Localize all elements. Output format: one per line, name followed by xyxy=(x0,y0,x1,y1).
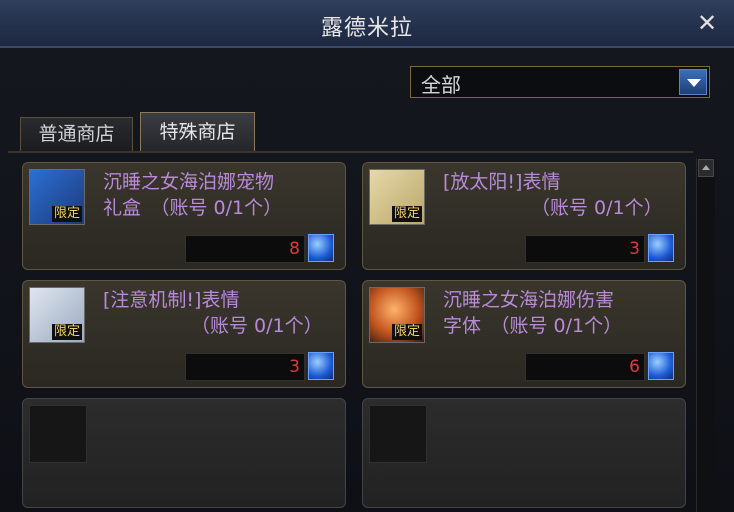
currency-gem-icon xyxy=(648,352,674,380)
item-name: [注意机制!]表情 （账号 0/1个） xyxy=(103,287,339,339)
limited-tag: 限定 xyxy=(391,324,422,340)
tab-special-shop[interactable]: 特殊商店 xyxy=(140,112,255,152)
price-bar: 3 xyxy=(185,353,305,381)
item-name-line1: 沉睡之女海泊娜宠物 xyxy=(103,171,275,193)
item-name-line1: [注意机制!]表情 xyxy=(103,289,240,311)
scroll-up-icon[interactable] xyxy=(698,159,714,177)
limited-tag: 限定 xyxy=(51,206,82,222)
item-name: 沉睡之女海泊娜宠物 礼盒 （账号 0/1个） xyxy=(103,169,339,221)
empty-item-slot xyxy=(22,398,346,508)
damage-font-icon: 限定 xyxy=(369,287,425,343)
empty-icon-slot xyxy=(369,405,427,463)
item-name: [放太阳!]表情 （账号 0/1个） xyxy=(443,169,679,221)
price-value: 6 xyxy=(629,357,640,377)
item-name-line1: [放太阳!]表情 xyxy=(443,171,561,193)
price-value: 3 xyxy=(629,239,640,259)
emote-icon: 限定 xyxy=(29,287,85,343)
category-select[interactable]: 全部 xyxy=(410,66,710,98)
currency-gem-icon xyxy=(308,234,334,262)
price-bar: 3 xyxy=(525,235,645,263)
price-value: 8 xyxy=(289,239,300,259)
empty-icon-slot xyxy=(29,405,87,463)
item-name-line2: 字体 （账号 0/1个） xyxy=(443,315,623,337)
shop-window: 露德米拉 ✕ 全部 普通商店 特殊商店 限定 沉睡之女海泊娜宠物 礼盒 （账号 … xyxy=(0,0,734,512)
window-title: 露德米拉 xyxy=(320,16,413,41)
shop-item-card[interactable]: 限定 [注意机制!]表情 （账号 0/1个） 3 xyxy=(22,280,346,388)
item-name-line2: （账号 0/1个） xyxy=(191,315,323,337)
shop-item-card[interactable]: 限定 沉睡之女海泊娜伤害 字体 （账号 0/1个） 6 xyxy=(362,280,686,388)
item-name: 沉睡之女海泊娜伤害 字体 （账号 0/1个） xyxy=(443,287,679,339)
price-value: 3 xyxy=(289,357,300,377)
empty-item-slot xyxy=(362,398,686,508)
tab-divider xyxy=(8,151,693,153)
scrollbar[interactable] xyxy=(696,158,715,512)
category-select-value: 全部 xyxy=(421,73,461,97)
close-icon[interactable]: ✕ xyxy=(694,10,720,36)
limited-tag: 限定 xyxy=(51,324,82,340)
currency-gem-icon xyxy=(308,352,334,380)
title-bar: 露德米拉 ✕ xyxy=(0,0,734,48)
price-bar: 8 xyxy=(185,235,305,263)
tab-normal-shop[interactable]: 普通商店 xyxy=(20,117,133,151)
item-name-line1: 沉睡之女海泊娜伤害 xyxy=(443,289,615,311)
emote-icon: 限定 xyxy=(369,169,425,225)
chevron-down-icon[interactable] xyxy=(679,69,707,95)
shop-item-card[interactable]: 限定 [放太阳!]表情 （账号 0/1个） 3 xyxy=(362,162,686,270)
currency-gem-icon xyxy=(648,234,674,262)
limited-tag: 限定 xyxy=(391,206,422,222)
item-name-line2: 礼盒 （账号 0/1个） xyxy=(103,197,283,219)
item-name-line2: （账号 0/1个） xyxy=(531,197,663,219)
price-bar: 6 xyxy=(525,353,645,381)
pet-box-icon: 限定 xyxy=(29,169,85,225)
shop-item-card[interactable]: 限定 沉睡之女海泊娜宠物 礼盒 （账号 0/1个） 8 xyxy=(22,162,346,270)
